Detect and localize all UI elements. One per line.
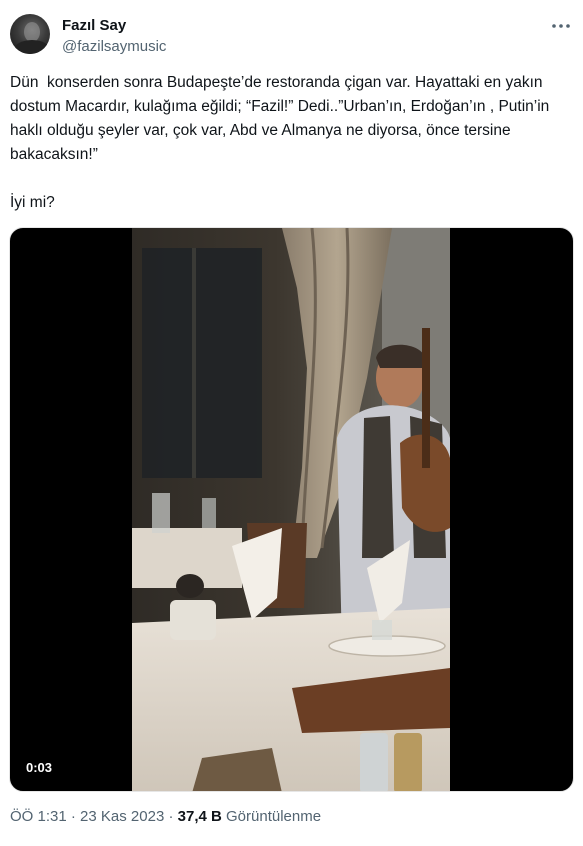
video-still-image xyxy=(132,228,450,791)
video-player[interactable]: 0:03 xyxy=(9,227,574,792)
author-handle[interactable]: @fazilsaymusic xyxy=(62,38,166,55)
author-name[interactable]: Fazıl Say xyxy=(62,17,126,34)
tweet-date[interactable]: 23 Kas 2023 xyxy=(80,808,164,825)
more-icon[interactable] xyxy=(549,18,573,38)
meta-separator: · xyxy=(168,808,174,825)
tweet-text: Dün konserden sonra Budapeşte’de restora… xyxy=(10,74,550,211)
views-count: 37,4 B xyxy=(177,808,222,825)
tweet-meta: ÖÖ 1:31 · 23 Kas 2023 · 37,4 B Görüntüle… xyxy=(10,808,321,825)
avatar[interactable] xyxy=(10,14,50,54)
more-horizontal-icon xyxy=(552,24,570,28)
tweet-time[interactable]: ÖÖ 1:31 xyxy=(10,808,67,825)
tweet-header: Fazıl Say @fazilsaymusic xyxy=(10,14,573,60)
views-label: Görüntülenme xyxy=(226,808,322,825)
meta-separator: · xyxy=(70,808,76,825)
video-frame[interactable] xyxy=(132,228,450,791)
video-duration: 0:03 xyxy=(26,760,53,775)
